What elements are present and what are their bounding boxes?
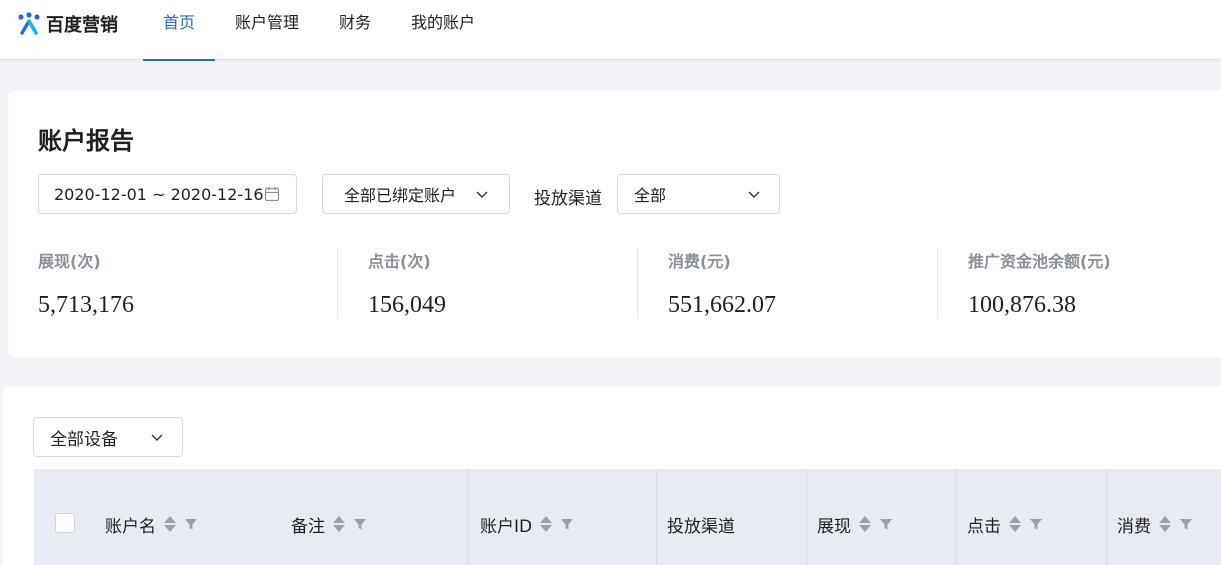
sort-icon[interactable] <box>859 514 871 534</box>
sort-icon[interactable] <box>1159 514 1171 534</box>
metric-value: 551,662.07 <box>668 292 776 318</box>
date-range-picker[interactable]: 2020-12-01 ~ 2020-12-16 <box>38 174 297 214</box>
metric-value: 156,049 <box>368 292 446 318</box>
page-title: 账户报告 <box>38 127 134 155</box>
sort-icon[interactable] <box>164 514 176 534</box>
brand-logo[interactable]: 百度营销 <box>16 9 118 39</box>
channel-select-value: 全部 <box>634 186 667 205</box>
channel-label: 投放渠道 <box>534 189 602 209</box>
account-report-card: 账户报告 2020-12-01 ~ 2020-12-16 全部已绑定账户 投放渠… <box>8 91 1221 357</box>
column-impressions: 展现 <box>817 469 893 565</box>
column-remark: 备注 <box>291 469 367 565</box>
metric-clicks: 点击(次) 156,049 <box>368 248 446 320</box>
filter-icon[interactable] <box>1179 517 1193 531</box>
column-account-name: 账户名 <box>105 469 198 565</box>
chevron-down-icon <box>748 191 760 198</box>
nav-account-management[interactable]: 账户管理 <box>215 0 319 60</box>
device-select[interactable]: 全部设备 <box>33 417 183 457</box>
column-separator <box>468 469 469 565</box>
chevron-down-icon <box>476 191 488 198</box>
metric-value: 100,876.38 <box>968 292 1076 318</box>
nav-finance[interactable]: 财务 <box>319 0 391 60</box>
date-range-value: 2020-12-01 ~ 2020-12-16 <box>54 184 264 204</box>
column-label: 点击 <box>967 516 1001 537</box>
column-account-id: 账户ID <box>480 469 574 565</box>
sort-icon[interactable] <box>333 514 345 534</box>
metric-label: 点击(次) <box>368 252 431 271</box>
select-all-checkbox[interactable] <box>55 513 75 533</box>
column-spend: 消费 <box>1117 469 1193 565</box>
column-clicks: 点击 <box>967 469 1043 565</box>
metric-fund-pool-balance: 推广资金池余额(元) 100,876.38 <box>968 248 1111 320</box>
sort-icon[interactable] <box>1009 514 1021 534</box>
chevron-down-icon <box>151 434 163 441</box>
sort-icon[interactable] <box>540 514 553 534</box>
column-label: 账户ID <box>480 516 533 537</box>
column-label: 备注 <box>291 516 325 537</box>
column-channel: 投放渠道 <box>667 469 735 565</box>
channel-select[interactable]: 全部 <box>617 174 780 214</box>
column-separator <box>956 469 957 565</box>
brand-name: 百度营销 <box>46 15 118 36</box>
account-table-card: 全部设备 账户名 备注 账户ID 投放渠道 展现 点击 消费 <box>3 386 1221 565</box>
column-label: 展现 <box>817 516 851 537</box>
metric-label: 展现(次) <box>38 252 101 271</box>
main-nav: 首页 账户管理 财务 我的账户 <box>143 0 495 61</box>
column-label: 消费 <box>1117 516 1151 537</box>
filter-icon[interactable] <box>879 517 893 531</box>
metric-value: 5,713,176 <box>38 292 134 318</box>
divider <box>937 248 938 318</box>
nav-my-account[interactable]: 我的账户 <box>391 0 495 60</box>
account-select[interactable]: 全部已绑定账户 <box>322 174 510 214</box>
filter-icon[interactable] <box>353 517 367 531</box>
column-separator <box>1106 469 1107 565</box>
divider <box>637 248 638 318</box>
column-label: 账户名 <box>105 516 156 537</box>
column-separator <box>806 469 807 565</box>
filter-icon[interactable] <box>184 517 198 531</box>
nav-home[interactable]: 首页 <box>143 0 216 61</box>
metric-label: 消费(元) <box>668 252 731 271</box>
table-header: 账户名 备注 账户ID 投放渠道 展现 点击 消费 <box>34 469 1221 565</box>
filter-icon[interactable] <box>1029 517 1043 531</box>
column-label: 投放渠道 <box>667 516 735 537</box>
baidu-logo-icon <box>18 12 40 35</box>
filter-icon[interactable] <box>560 517 574 531</box>
metric-label: 推广资金池余额(元) <box>968 252 1111 271</box>
calendar-icon <box>264 187 280 202</box>
metric-spend: 消费(元) 551,662.07 <box>668 248 776 320</box>
top-navbar: 百度营销 首页 账户管理 财务 我的账户 <box>0 0 1221 61</box>
divider <box>337 248 338 318</box>
metric-impressions: 展现(次) 5,713,176 <box>38 248 134 320</box>
account-select-value: 全部已绑定账户 <box>344 186 457 205</box>
column-separator <box>656 469 657 565</box>
device-select-value: 全部设备 <box>50 429 118 450</box>
